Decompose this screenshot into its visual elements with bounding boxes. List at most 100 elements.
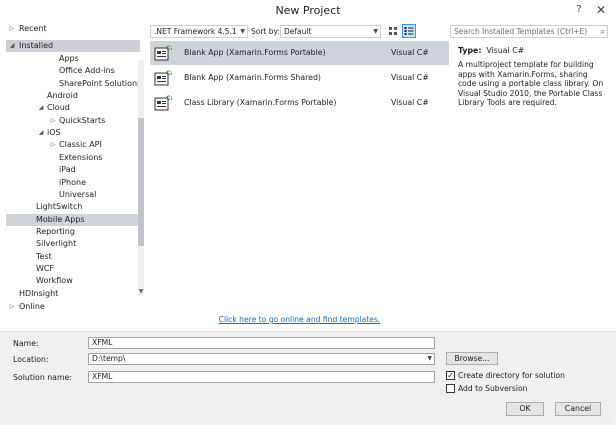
svg-text:C#: C#: [166, 45, 172, 52]
type-label: Type:: [458, 46, 482, 55]
chevron-down-icon: ▼: [373, 28, 378, 35]
sort-select[interactable]: Default ▼: [280, 25, 381, 38]
search-placeholder: Search Installed Templates (Ctrl+E): [454, 27, 588, 36]
tree-item-label: Mobile Apps: [36, 214, 85, 224]
csharp-project-icon: C#: [154, 69, 175, 87]
template-row[interactable]: C# Blank App (Xamarin.Forms Portable) Visu…: [150, 41, 449, 65]
tree-item-recent[interactable]: ▷ Recent: [6, 23, 140, 35]
create-directory-label: Create directory for solution: [458, 371, 565, 380]
tree-item-label: Universal: [59, 189, 97, 199]
chevron-down-icon[interactable]: ▼: [427, 354, 432, 364]
tree-item-label: Test: [36, 251, 52, 261]
csharp-project-icon: C#: [154, 94, 175, 112]
grid-view-icon[interactable]: [387, 25, 400, 38]
template-language: Visual C#: [391, 48, 429, 57]
tree-item-label: Recent: [19, 24, 47, 33]
tree-item-label: Cloud: [47, 103, 70, 113]
tree-item-label: Apps: [59, 54, 79, 63]
tree-item-label: Classic API: [59, 140, 102, 150]
tree-item[interactable]: Android: [6, 90, 140, 102]
cancel-button[interactable]: Cancel: [555, 402, 601, 416]
template-tree: ▷ Recent ◢ Installed ▷ Online Apps Office…: [6, 22, 146, 316]
template-language: Visual C#: [391, 98, 429, 107]
tree-item[interactable]: LightSwitch: [6, 201, 140, 213]
solution-name-value: XFML: [92, 372, 113, 381]
template-name: Blank App (Xamarin.Forms Portable): [184, 48, 326, 57]
online-templates-link[interactable]: Click here to go online and find templat…: [150, 315, 449, 324]
template-name: Blank App (Xamarin.Forms Shared): [184, 73, 321, 82]
chevron-down-icon[interactable]: ◢: [37, 127, 45, 139]
tree-item[interactable]: WCF: [6, 263, 140, 275]
close-icon[interactable]: ✕: [592, 1, 610, 19]
chevron-right-icon[interactable]: ▷: [49, 139, 57, 151]
tree-item[interactable]: ▷ QuickStarts: [6, 115, 140, 127]
tree-item-online[interactable]: ▷ Online: [6, 301, 140, 313]
tree-item[interactable]: Mobile Apps: [6, 213, 140, 226]
location-value: D:\temp\: [92, 354, 126, 363]
chevron-down-icon[interactable]: ◢: [37, 102, 45, 114]
search-icon[interactable]: ⌕: [601, 26, 605, 37]
name-label: Name:: [13, 339, 39, 348]
template-list: C# Blank App (Xamarin.Forms Portable) Visu…: [150, 41, 449, 309]
location-field[interactable]: D:\temp\ ▼: [88, 353, 435, 365]
framework-select[interactable]: .NET Framework 4.5.1 ▼: [150, 25, 248, 38]
list-view-icon[interactable]: [402, 24, 416, 38]
sort-value: Default: [284, 27, 312, 36]
scroll-down-icon[interactable]: ▼: [136, 288, 146, 296]
type-value: Visual C#: [486, 46, 525, 55]
create-directory-checkbox[interactable]: ✓: [446, 371, 455, 380]
type-line: Type: Visual C#: [458, 46, 524, 55]
tree-item-label: Workflow: [36, 276, 73, 286]
tree-item[interactable]: ◢ iOS: [6, 127, 140, 139]
template-row[interactable]: C# Blank App (Xamarin.Forms Shared) Visual…: [150, 66, 449, 90]
tree-item[interactable]: Extensions: [6, 152, 140, 164]
tree-item-label: Reporting: [36, 226, 75, 236]
tree-item-label: LightSwitch: [36, 202, 83, 212]
tree-item[interactable]: iPad: [6, 164, 140, 176]
tree-item[interactable]: iPhone: [6, 177, 140, 189]
tree-item[interactable]: ▷ Classic API: [6, 139, 140, 151]
tree-item[interactable]: Reporting: [6, 226, 140, 238]
add-subversion-label: Add to Subversion: [458, 384, 528, 393]
tree-item[interactable]: ◢ Cloud: [6, 102, 140, 114]
tree-item-label: Installed: [19, 41, 54, 50]
name-value: XFML: [92, 338, 113, 347]
tree-item[interactable]: Universal: [6, 189, 140, 201]
tree-item[interactable]: SharePoint Solutions: [6, 78, 142, 90]
chevron-right-icon[interactable]: ▷: [49, 115, 57, 127]
tree-item-label: SharePoint Solutions: [59, 78, 142, 88]
solution-name-field[interactable]: XFML: [88, 371, 435, 383]
add-subversion-checkbox[interactable]: [446, 384, 455, 393]
tree-item-label: iPhone: [59, 177, 87, 187]
tree-item[interactable]: Apps: [6, 53, 140, 65]
name-field[interactable]: XFML: [88, 337, 435, 349]
sort-by-label: Sort by:: [251, 27, 280, 36]
tree-item-label: iOS: [47, 128, 61, 138]
chevron-right-icon[interactable]: ▷: [8, 23, 16, 35]
template-row[interactable]: C# Class Library (Xamarin.Forms Portable)…: [150, 91, 449, 115]
tree-item-label: Online: [19, 302, 45, 311]
tree-item[interactable]: HDInsight: [6, 288, 140, 300]
tree-item-label: iPad: [59, 165, 76, 175]
tree-item-installed[interactable]: ◢ Installed: [6, 40, 140, 52]
resize-grip-icon[interactable]: ⋰: [605, 416, 614, 425]
tree-item-label: Office Add-ins: [59, 66, 115, 76]
template-language: Visual C#: [391, 73, 429, 82]
tree-item[interactable]: Office Add-ins: [6, 65, 140, 77]
tree-item-label: QuickStarts: [59, 115, 106, 125]
tree-item[interactable]: Silverlight: [6, 238, 140, 250]
chevron-right-icon[interactable]: ▷: [8, 301, 16, 313]
svg-text:C#: C#: [166, 95, 172, 102]
tree-item-label: Silverlight: [36, 239, 77, 249]
framework-value: .NET Framework 4.5.1: [154, 27, 237, 36]
tree-scrollbar-thumb[interactable]: [138, 118, 144, 246]
ok-button[interactable]: OK: [506, 402, 544, 416]
tree-item[interactable]: Workflow: [6, 275, 140, 287]
search-input[interactable]: Search Installed Templates (Ctrl+E) ⌕: [450, 25, 608, 38]
tree-item[interactable]: Test: [6, 251, 140, 263]
csharp-project-icon: C#: [154, 44, 175, 62]
browse-button[interactable]: Browse...: [446, 352, 498, 365]
help-icon[interactable]: ?: [572, 3, 586, 17]
template-description: A multiproject template for building app…: [458, 60, 604, 108]
chevron-down-icon[interactable]: ◢: [8, 40, 16, 52]
